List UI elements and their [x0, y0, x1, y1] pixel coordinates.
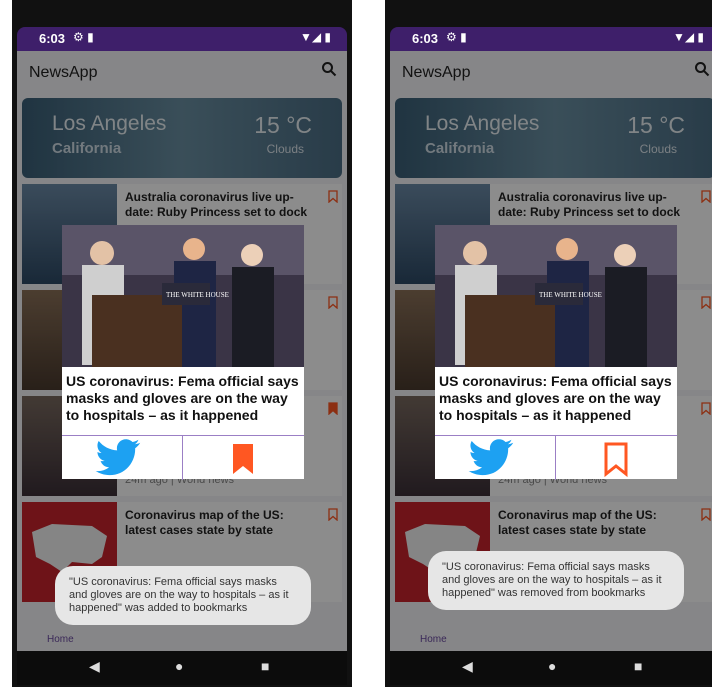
recents-icon[interactable]: ■: [634, 658, 642, 674]
wifi-battery-icon: ▼◢ ▮: [299, 30, 331, 44]
wifi-battery-icon: ▼◢ ▮: [672, 30, 704, 44]
back-icon[interactable]: ◀: [462, 658, 473, 675]
dialog-actions: [62, 435, 304, 480]
status-bar: 6:03 ⚙ ▮ ▼◢ ▮: [390, 27, 712, 51]
status-time: 6:03: [39, 31, 66, 46]
dialog-photo: THE WHITE HOUSE: [62, 225, 304, 367]
app-screen: NewsApp Los Angeles California 15 °C Clo…: [17, 51, 347, 651]
twitter-share-button[interactable]: [62, 436, 183, 480]
share-dialog: THE WHITE HOUSE US coronavirus: Fema off…: [435, 225, 677, 480]
podium-sign-text: THE WHITE HOUSE: [166, 291, 229, 299]
back-icon[interactable]: ◀: [89, 658, 100, 675]
bookmark-toggle-button[interactable]: [183, 436, 303, 480]
phone-screenshot-bookmark-removed: 6:03 ⚙ ▮ ▼◢ ▮ NewsApp Los Angeles Califo…: [385, 0, 712, 687]
bookmark-added-toast: "US coronavirus: Fema official says mask…: [55, 566, 311, 625]
dialog-title: US coronavirus: Fema official says masks…: [66, 373, 299, 423]
bookmark-filled-icon: [233, 444, 253, 474]
bookmark-removed-toast: "US coronavirus: Fema official says mask…: [428, 551, 684, 610]
status-bar: 6:03 ⚙ ▮ ▼◢ ▮: [17, 27, 347, 51]
app-screen: NewsApp Los Angeles California 15 °C Clo…: [390, 51, 712, 651]
settings-icon: ⚙ ▮: [446, 30, 467, 44]
bookmark-toggle-button[interactable]: [556, 436, 676, 480]
home-circle-icon[interactable]: ●: [175, 658, 183, 674]
share-dialog: THE WHITE HOUSE US coronavirus: Fema off…: [62, 225, 304, 480]
status-time: 6:03: [412, 31, 439, 46]
phone-screenshot-bookmark-added: 6:03 ⚙ ▮ ▼◢ ▮ NewsApp Los Angeles Califo…: [12, 0, 352, 687]
bookmark-outline-icon: [604, 442, 628, 478]
dialog-photo: THE WHITE HOUSE: [435, 225, 677, 367]
system-nav-bar: ◀ ● ■: [17, 651, 347, 685]
recents-icon[interactable]: ■: [261, 658, 269, 674]
dialog-title: US coronavirus: Fema official says masks…: [439, 373, 672, 423]
twitter-icon: [468, 439, 514, 476]
system-nav-bar: ◀ ● ■: [390, 651, 712, 685]
twitter-share-button[interactable]: [435, 436, 556, 480]
twitter-icon: [95, 439, 141, 476]
home-circle-icon[interactable]: ●: [548, 658, 556, 674]
podium-sign-text: THE WHITE HOUSE: [539, 291, 602, 299]
dialog-actions: [435, 435, 677, 480]
settings-icon: ⚙ ▮: [73, 30, 94, 44]
